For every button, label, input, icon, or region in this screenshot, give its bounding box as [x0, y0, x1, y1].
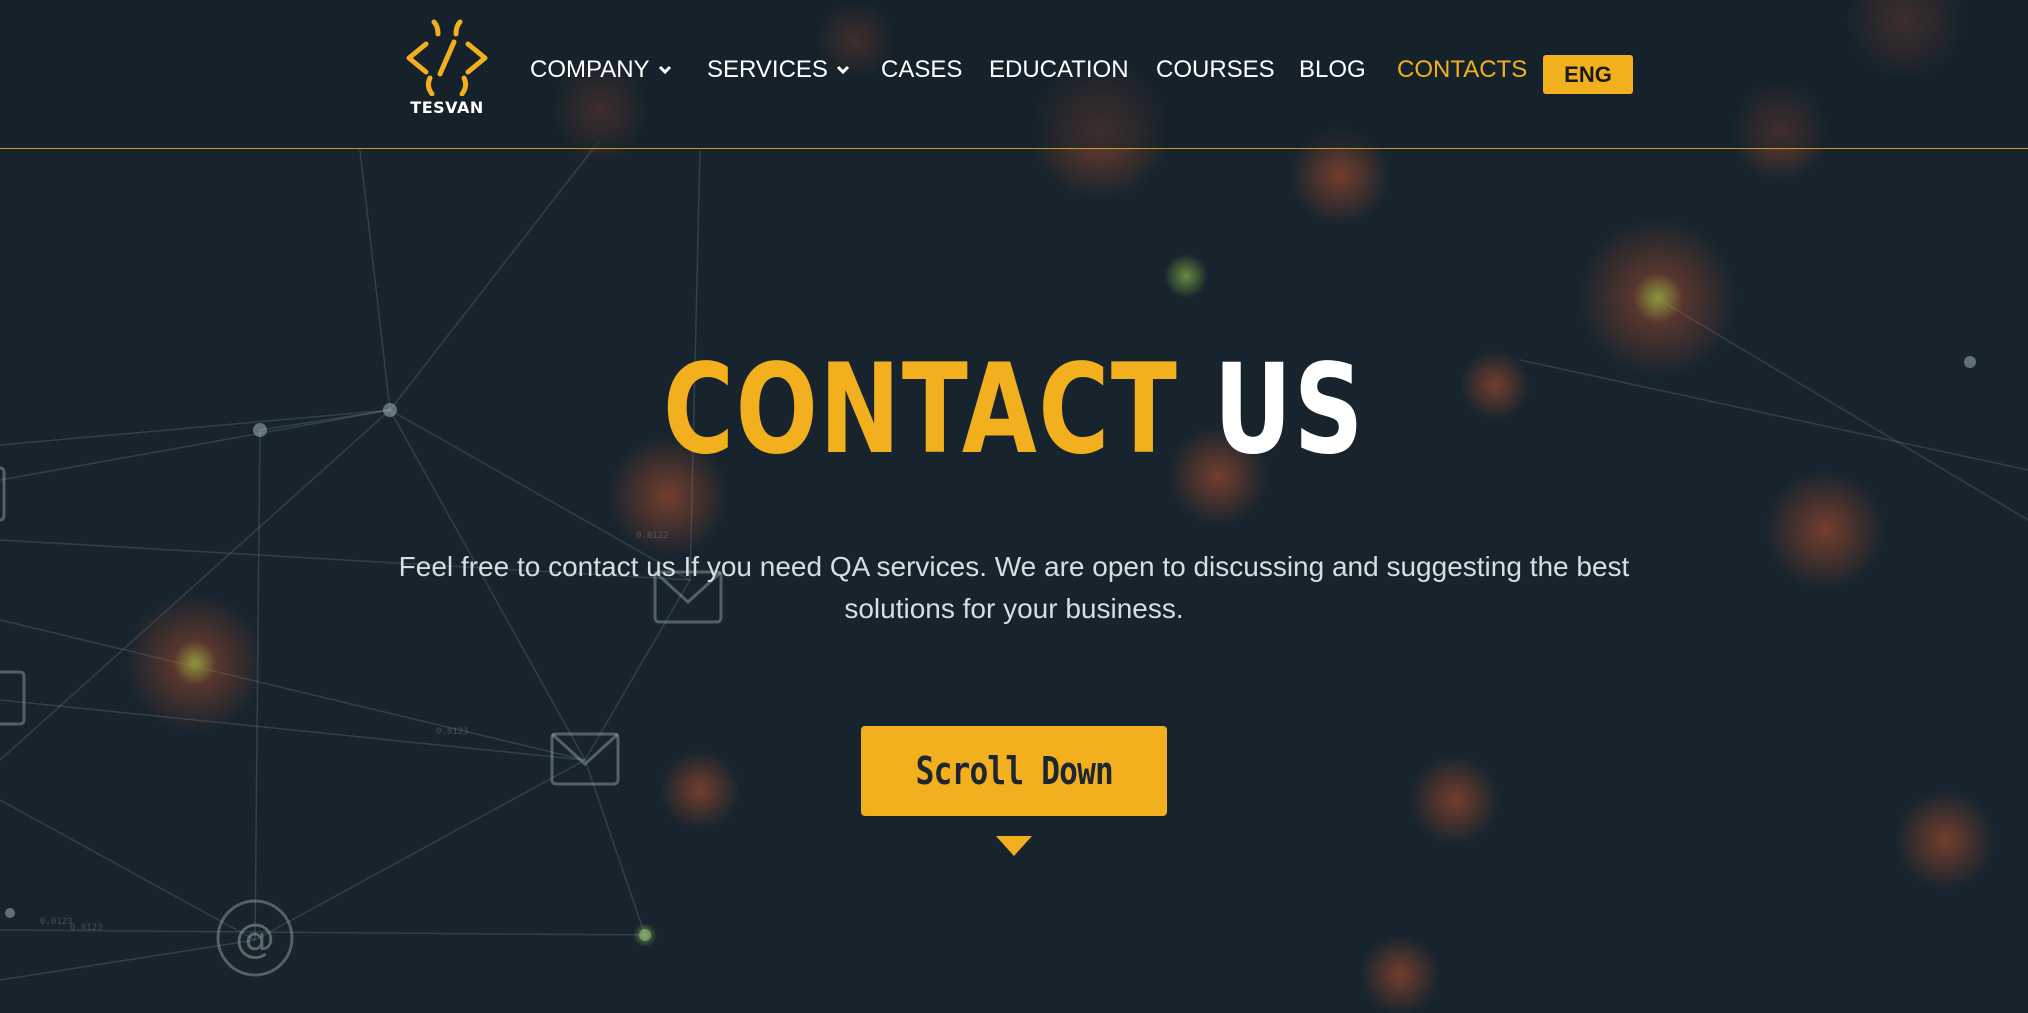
code-bug-logo-icon [406, 19, 488, 97]
scroll-down-button[interactable]: Scroll Down [861, 726, 1167, 816]
brand-name: TESVAN [410, 98, 484, 117]
chevron-down-icon [658, 65, 671, 75]
svg-text:0.0123: 0.0123 [40, 917, 73, 927]
nav-item-cases[interactable]: CASES [881, 56, 962, 84]
nav-item-education[interactable]: EDUCATION [989, 56, 1129, 84]
page-title-accent: CONTACT [663, 338, 1179, 482]
nav-item-courses[interactable]: COURSES [1156, 56, 1275, 84]
nav-item-label: COURSES [1156, 56, 1275, 83]
network-background: @ 0.8122 0.8123 0.0123 0.8123 [0, 0, 2028, 1013]
language-button[interactable]: ENG [1543, 55, 1633, 94]
nav-item-label: EDUCATION [989, 56, 1129, 83]
page-title: CONTACT US [223, 340, 1805, 480]
svg-text:0.8123: 0.8123 [436, 727, 469, 737]
nav-item-company[interactable]: COMPANY [530, 56, 672, 84]
nav-item-blog[interactable]: BLOG [1299, 56, 1366, 84]
nav-item-label: COMPANY [530, 56, 650, 83]
nav-item-label: BLOG [1299, 56, 1366, 83]
triangle-down-icon[interactable] [994, 834, 1034, 858]
page-title-main: US [1213, 338, 1365, 482]
scroll-down-label: Scroll Down [915, 749, 1113, 793]
brand-logo[interactable]: TESVAN [404, 16, 490, 120]
hero-subtitle: Feel free to contact us If you need QA s… [398, 551, 1630, 624]
svg-text:@: @ [235, 916, 275, 962]
nav-item-label: SERVICES [707, 56, 828, 83]
nav-item-label: CASES [881, 56, 963, 83]
nav-item-label: CONTACTS [1397, 56, 1528, 83]
nav-item-services[interactable]: SERVICES [707, 56, 850, 84]
svg-text:0.8123: 0.8123 [70, 923, 103, 933]
site-header: TESVAN COMPANY SERVICES CASES EDUCATION … [0, 0, 2028, 149]
nav-item-contacts[interactable]: CONTACTS [1397, 56, 1527, 84]
svg-text:0.8122: 0.8122 [636, 531, 669, 541]
chevron-down-icon [836, 65, 849, 75]
